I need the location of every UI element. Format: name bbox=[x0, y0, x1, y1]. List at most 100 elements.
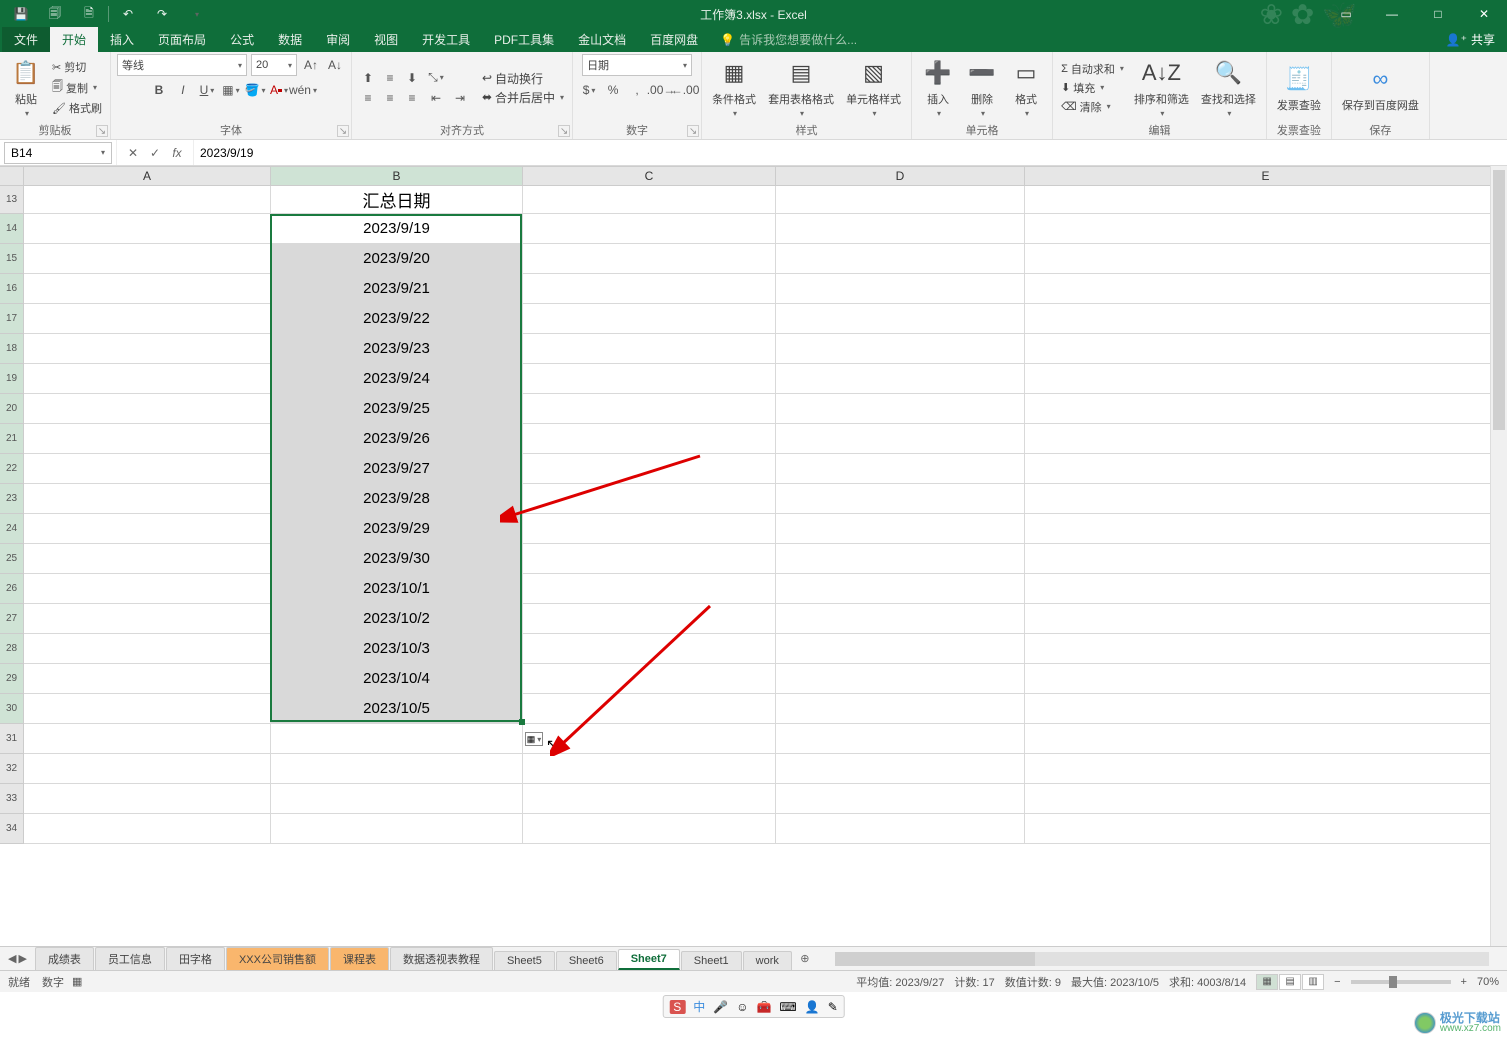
underline-button[interactable]: U▾ bbox=[197, 80, 217, 100]
cell[interactable] bbox=[1025, 274, 1507, 304]
alignment-dialog-launcher[interactable]: ↘ bbox=[558, 125, 570, 137]
tab-insert[interactable]: 插入 bbox=[98, 27, 146, 52]
align-middle[interactable]: ≡ bbox=[380, 68, 400, 88]
cell[interactable]: 2023/9/20 bbox=[271, 244, 523, 274]
save-baidu-button[interactable]: ∞保存到百度网盘 bbox=[1338, 61, 1423, 115]
tab-pdf[interactable]: PDF工具集 bbox=[482, 27, 566, 52]
cell[interactable] bbox=[776, 364, 1025, 394]
cut-button[interactable]: ✂剪切 bbox=[50, 58, 104, 76]
undo-icon[interactable]: ↶ bbox=[113, 2, 143, 26]
cell[interactable] bbox=[523, 274, 776, 304]
cell[interactable] bbox=[1025, 514, 1507, 544]
row-header[interactable]: 30 bbox=[0, 694, 24, 724]
paste-button[interactable]: 📋粘贴▾ bbox=[6, 55, 46, 120]
col-header-D[interactable]: D bbox=[776, 167, 1025, 185]
fx-icon[interactable]: fx bbox=[167, 146, 187, 160]
row-header[interactable]: 14 bbox=[0, 214, 24, 244]
tab-view[interactable]: 视图 bbox=[362, 27, 410, 52]
cell[interactable] bbox=[24, 634, 271, 664]
tab-data[interactable]: 数据 bbox=[266, 27, 314, 52]
select-all-corner[interactable] bbox=[0, 167, 24, 185]
cell[interactable]: 2023/9/24 bbox=[271, 364, 523, 394]
insert-cells-button[interactable]: ➕插入▾ bbox=[918, 55, 958, 120]
fill-color-button[interactable]: 🪣▾ bbox=[245, 80, 265, 100]
enter-formula-icon[interactable]: ✓ bbox=[145, 146, 165, 160]
cell[interactable] bbox=[24, 814, 271, 844]
cell[interactable] bbox=[24, 514, 271, 544]
share-button[interactable]: 👤⁺共享 bbox=[1434, 27, 1507, 52]
cell[interactable] bbox=[1025, 754, 1507, 784]
cell[interactable] bbox=[776, 634, 1025, 664]
cell[interactable] bbox=[776, 454, 1025, 484]
sheet-tab[interactable]: 成绩表 bbox=[35, 947, 94, 970]
tell-me-box[interactable]: 💡告诉我您想要做什么... bbox=[710, 27, 867, 52]
cell[interactable] bbox=[24, 424, 271, 454]
autosum-button[interactable]: Σ自动求和▾ bbox=[1059, 60, 1126, 78]
cell[interactable] bbox=[1025, 394, 1507, 424]
col-header-B[interactable]: B bbox=[271, 167, 523, 185]
cell[interactable] bbox=[776, 814, 1025, 844]
cell[interactable] bbox=[776, 664, 1025, 694]
cell[interactable] bbox=[523, 424, 776, 454]
sheet-tab[interactable]: Sheet6 bbox=[556, 951, 617, 970]
cell[interactable] bbox=[271, 724, 523, 754]
formula-bar[interactable]: 2023/9/19 bbox=[194, 144, 1507, 162]
cell[interactable]: 2023/9/27 bbox=[271, 454, 523, 484]
cell[interactable] bbox=[523, 754, 776, 784]
cell[interactable] bbox=[1025, 694, 1507, 724]
row-header[interactable]: 28 bbox=[0, 634, 24, 664]
clear-button[interactable]: ⌫清除▾ bbox=[1059, 98, 1126, 116]
row-header[interactable]: 31 bbox=[0, 724, 24, 754]
cell[interactable] bbox=[776, 604, 1025, 634]
cell[interactable] bbox=[24, 304, 271, 334]
row-header[interactable]: 13 bbox=[0, 186, 24, 214]
sheet-nav-next[interactable]: ▶ bbox=[18, 952, 26, 965]
cell[interactable] bbox=[24, 694, 271, 724]
name-box[interactable]: B14▾ bbox=[4, 142, 112, 164]
cell[interactable]: 2023/10/5 bbox=[271, 694, 523, 724]
close-icon[interactable]: ✕ bbox=[1461, 0, 1507, 28]
cell[interactable] bbox=[523, 814, 776, 844]
cell[interactable] bbox=[271, 814, 523, 844]
cell[interactable] bbox=[24, 664, 271, 694]
cell[interactable] bbox=[523, 544, 776, 574]
view-page-layout-icon[interactable]: ▤ bbox=[1279, 974, 1301, 990]
col-header-C[interactable]: C bbox=[523, 167, 776, 185]
conditional-format-button[interactable]: ▦条件格式▾ bbox=[708, 55, 760, 120]
view-normal-icon[interactable]: ▦ bbox=[1256, 974, 1278, 990]
cell[interactable] bbox=[523, 664, 776, 694]
cell[interactable]: 2023/9/21 bbox=[271, 274, 523, 304]
bold-button[interactable]: B bbox=[149, 80, 169, 100]
tab-jinshan[interactable]: 金山文档 bbox=[566, 27, 638, 52]
comma-button[interactable]: , bbox=[627, 80, 647, 100]
row-header[interactable]: 32 bbox=[0, 754, 24, 784]
align-bottom[interactable]: ⬇ bbox=[402, 68, 422, 88]
cell[interactable]: 2023/10/4 bbox=[271, 664, 523, 694]
row-header[interactable]: 16 bbox=[0, 274, 24, 304]
cell[interactable] bbox=[776, 484, 1025, 514]
redo-icon[interactable]: ↷ bbox=[147, 2, 177, 26]
cell[interactable] bbox=[523, 334, 776, 364]
cell[interactable] bbox=[776, 394, 1025, 424]
cell[interactable] bbox=[1025, 544, 1507, 574]
cell[interactable] bbox=[1025, 484, 1507, 514]
cell[interactable] bbox=[776, 244, 1025, 274]
cell[interactable] bbox=[523, 574, 776, 604]
cell[interactable] bbox=[776, 186, 1025, 214]
cell[interactable] bbox=[1025, 244, 1507, 274]
ime-tools-icon[interactable]: 🧰 bbox=[756, 1000, 771, 1014]
cell[interactable] bbox=[523, 244, 776, 274]
sheet-tab[interactable]: 课程表 bbox=[330, 947, 389, 970]
cell[interactable] bbox=[24, 244, 271, 274]
cell[interactable]: 2023/9/19 bbox=[271, 214, 523, 244]
row-header[interactable]: 22 bbox=[0, 454, 24, 484]
cell[interactable] bbox=[776, 514, 1025, 544]
cell[interactable] bbox=[776, 424, 1025, 454]
cell[interactable] bbox=[24, 214, 271, 244]
cell[interactable] bbox=[1025, 186, 1507, 214]
number-format-combo[interactable]: 日期▾ bbox=[582, 54, 692, 76]
cell[interactable] bbox=[24, 784, 271, 814]
align-left[interactable]: ≡ bbox=[358, 88, 378, 108]
row-header[interactable]: 18 bbox=[0, 334, 24, 364]
row-header[interactable]: 23 bbox=[0, 484, 24, 514]
